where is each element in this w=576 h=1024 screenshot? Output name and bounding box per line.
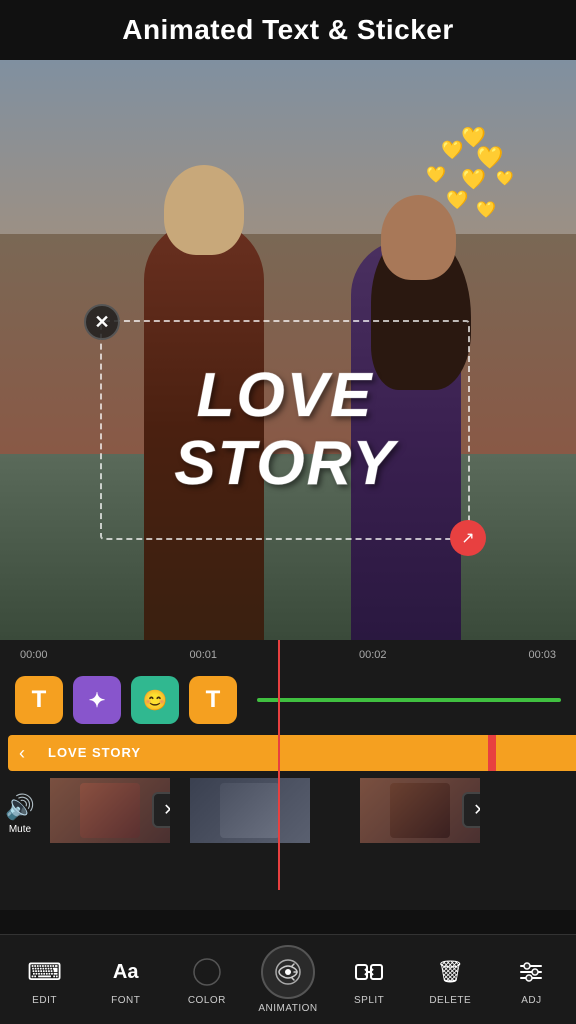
clip-red-bar <box>488 735 496 771</box>
thumb-image-2 <box>220 783 280 838</box>
animation-label: ANIMATION <box>258 1003 317 1014</box>
close-button[interactable]: ✕ <box>84 304 120 340</box>
timeline-ruler: 00:00 00:01 00:02 00:03 <box>0 640 576 670</box>
toolbar-item-delete[interactable]: 🗑 DELETE <box>410 953 491 1006</box>
thumbnail-3: ✕ <box>360 778 480 843</box>
track-icon-text2[interactable]: T <box>189 676 237 724</box>
thumbnails-row: 🔊 Mute ✕ ✕ <box>0 776 576 844</box>
text-overlay: LOVE STORY <box>174 362 395 498</box>
thumb-inner-2 <box>190 778 310 843</box>
heart-2: 💛 <box>441 140 463 161</box>
timeline-area: 00:00 00:01 00:02 00:03 T ✦ 😊 T ‹ LOVE S… <box>0 640 576 910</box>
thumbnail-1: ✕ <box>50 778 170 843</box>
page-title: Animated Text & Sticker <box>122 14 454 46</box>
resize-handle[interactable]: ↗ <box>450 520 486 556</box>
clip-row: ‹ LOVE STORY <box>8 734 576 772</box>
ruler-mark-3: 00:03 <box>528 649 556 661</box>
clip-label[interactable]: LOVE STORY <box>36 735 488 771</box>
font-label: FONT <box>111 995 140 1006</box>
track-icon-sticker1[interactable]: ✦ <box>73 676 121 724</box>
mute-label: Mute <box>9 824 31 835</box>
clip-spacer <box>496 735 576 771</box>
delete-icon: 🗑 <box>431 953 469 991</box>
text-line1: LOVE <box>197 361 374 430</box>
toolbar-item-split[interactable]: SPLIT <box>329 953 410 1006</box>
heart-5: 💛 <box>461 167 486 192</box>
header: Animated Text & Sticker <box>0 0 576 60</box>
heart-4: 💛 <box>426 165 446 185</box>
thumb-divider-2[interactable]: ✕ <box>462 792 480 828</box>
person-left-head <box>164 165 244 255</box>
mute-button[interactable]: 🔊 Mute <box>5 793 35 835</box>
clip-arrow[interactable]: ‹ <box>8 735 36 771</box>
animation-icon <box>261 945 315 999</box>
hearts-sticker: 💛 💛 💛 💛 💛 💛 💛 💛 <box>406 125 526 275</box>
adj-icon <box>512 953 550 991</box>
split-label: SPLIT <box>354 995 384 1006</box>
split-icon <box>350 953 388 991</box>
toolbar-item-adj[interactable]: ADJ <box>491 953 572 1006</box>
track-icons-row: T ✦ 😊 T <box>0 670 576 730</box>
thumb-image-1 <box>80 783 140 838</box>
track-green-line <box>257 698 561 702</box>
color-label: COLOR <box>188 995 226 1006</box>
text-selection-box[interactable]: ✕ LOVE STORY ↗ <box>100 320 470 540</box>
ruler-mark-1: 00:01 <box>189 649 217 661</box>
track-icon-text1[interactable]: T <box>15 676 63 724</box>
keyboard-icon: ⌨ <box>26 953 64 991</box>
bottom-toolbar: ⌨ EDIT Aa FONT COLOR ANI <box>0 934 576 1024</box>
thumbnail-2 <box>190 778 310 843</box>
heart-6: 💛 <box>496 170 513 187</box>
video-area: 💛 💛 💛 💛 💛 💛 💛 💛 ✕ LOVE STORY ↗ <box>0 60 576 640</box>
toolbar-item-color[interactable]: COLOR <box>166 953 247 1006</box>
edit-label: EDIT <box>32 995 57 1006</box>
ruler-marks: 00:00 00:01 00:02 00:03 <box>20 649 556 661</box>
adj-label: ADJ <box>521 995 541 1006</box>
ruler-mark-2: 00:02 <box>359 649 387 661</box>
text-line2: STORY <box>174 429 395 498</box>
toolbar-item-animation[interactable]: ANIMATION <box>247 945 328 1014</box>
delete-label: DELETE <box>429 995 471 1006</box>
thumb-image-3 <box>390 783 450 838</box>
track-icon-emoji[interactable]: 😊 <box>131 676 179 724</box>
ruler-mark-0: 00:00 <box>20 649 48 661</box>
mute-icon: 🔊 <box>5 793 35 822</box>
heart-7: 💛 <box>446 190 468 211</box>
toolbar-item-edit[interactable]: ⌨ EDIT <box>4 953 85 1006</box>
thumb-divider-1[interactable]: ✕ <box>152 792 170 828</box>
color-icon <box>188 953 226 991</box>
font-icon: Aa <box>107 953 145 991</box>
toolbar-item-font[interactable]: Aa FONT <box>85 953 166 1006</box>
heart-8: 💛 <box>476 200 496 220</box>
playhead <box>278 640 280 890</box>
